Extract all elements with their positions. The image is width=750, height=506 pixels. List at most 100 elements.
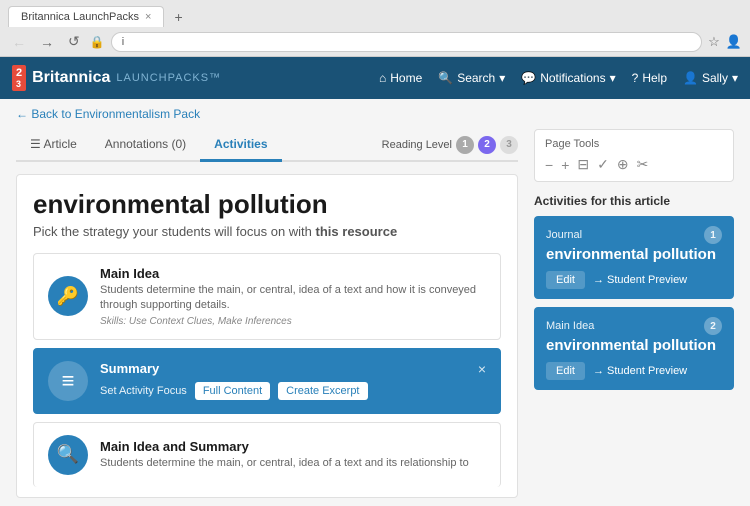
user-icon[interactable]: 👤 [726, 34, 742, 50]
right-panel: Page Tools − + ⊟ ✓ ⊕ ✂ Activities for th… [534, 129, 734, 506]
address-bar: ← → ↺ 🔒 ☆ 👤 [0, 27, 750, 56]
user-arrow: ▾ [732, 71, 738, 85]
result-card-type-journal: Journal 1 [546, 226, 722, 244]
star-icon[interactable]: ☆ [708, 34, 720, 50]
activity-skills-main-idea: Skills: Use Context Clues, Make Inferenc… [100, 316, 486, 327]
brand-logo: 2 3 [12, 65, 26, 91]
tab-article-label: Article [43, 137, 76, 151]
breadcrumb: Back to Environmentalism Pack [0, 99, 750, 129]
result-card-actions-journal: Edit → Student Preview [546, 271, 722, 289]
notifications-icon: 💬 [521, 71, 536, 85]
search-icon: 🔍 [438, 71, 453, 85]
edit-button-main-idea[interactable]: Edit [546, 362, 585, 380]
article-subtitle-bold: this resource [316, 224, 398, 239]
help-icon: ? [632, 71, 639, 85]
activity-desc-main-idea-summary: Students determine the main, or central,… [100, 456, 486, 471]
result-card-type-main-idea: Main Idea 2 [546, 317, 722, 335]
activity-icon-main-idea: 🔑 [48, 276, 88, 316]
search-label: Search [457, 71, 495, 85]
activity-name-main-idea: Main Idea [100, 266, 486, 281]
search-arrow: ▾ [499, 71, 505, 85]
home-link[interactable]: ⌂ Home [379, 71, 422, 85]
activity-icon-summary: ≡ [48, 361, 88, 401]
selected-controls: Set Activity Focus Full Content Create E… [100, 382, 466, 400]
student-preview-link-journal[interactable]: → Student Preview [593, 274, 687, 286]
brand: 2 3 Britannica LAUNCHPACKS™ [12, 65, 379, 91]
reading-level: Reading Level 1 2 3 [382, 136, 518, 154]
help-link[interactable]: ? Help [632, 71, 667, 85]
card-close-icon[interactable]: × [478, 361, 486, 377]
article-subtitle: Pick the strategy your students will foc… [33, 224, 501, 239]
tab-activities[interactable]: Activities [200, 129, 281, 162]
logo-sub: 3 [16, 79, 22, 89]
user-avatar-icon: 👤 [683, 71, 698, 85]
scissors-icon[interactable]: ✂ [637, 156, 649, 173]
tab-article[interactable]: ☰ Article [16, 129, 91, 162]
result-card-actions-main-idea: Edit → Student Preview [546, 362, 722, 380]
activity-info-summary: Summary Set Activity Focus Full Content … [100, 361, 466, 400]
activity-info-main-idea-summary: Main Idea and Summary Students determine… [100, 439, 486, 471]
tab-activities-label: Activities [214, 137, 267, 151]
tab-bar: Britannica LaunchPacks × + [0, 0, 750, 27]
activity-info-main-idea: Main Idea Students determine the main, o… [100, 266, 486, 327]
zoom-out-icon[interactable]: − [545, 157, 553, 173]
notifications-label: Notifications [540, 71, 605, 85]
tab-close-icon[interactable]: × [145, 11, 151, 23]
tabs: ☰ Article Annotations (0) Activities Rea… [16, 129, 518, 162]
top-nav: 2 3 Britannica LAUNCHPACKS™ ⌂ Home 🔍 Sea… [0, 57, 750, 99]
reading-level-3-badge[interactable]: 3 [500, 136, 518, 154]
reading-level-2-badge[interactable]: 2 [478, 136, 496, 154]
refresh-button[interactable]: ↺ [64, 31, 84, 52]
result-card-title-main-idea: environmental pollution [546, 337, 722, 354]
result-card-type-label-journal: Journal [546, 229, 582, 241]
article-header: environmental pollution Pick the strateg… [16, 174, 518, 498]
forward-button[interactable]: → [36, 32, 58, 52]
result-card-title-journal: environmental pollution [546, 246, 722, 263]
nav-links: ⌂ Home 🔍 Search ▾ 💬 Notifications ▾ ? He… [379, 71, 738, 85]
activities-sidebar-title: Activities for this article [534, 194, 734, 208]
browser-tab[interactable]: Britannica LaunchPacks × [8, 6, 164, 27]
activity-name-main-idea-summary: Main Idea and Summary [100, 439, 486, 454]
user-menu[interactable]: 👤 Sally ▾ [683, 71, 738, 85]
address-input[interactable] [111, 32, 702, 52]
zoom-in-icon[interactable]: + [561, 157, 569, 173]
check-icon[interactable]: ✓ [597, 156, 609, 173]
page-tools-icons: − + ⊟ ✓ ⊕ ✂ [545, 156, 723, 173]
browser-icons: ☆ 👤 [708, 34, 742, 50]
notifications-arrow: ▾ [610, 71, 616, 85]
search-link[interactable]: 🔍 Search ▾ [438, 71, 505, 85]
home-icon: ⌂ [379, 71, 386, 85]
brand-name: Britannica [32, 69, 110, 87]
article-title: environmental pollution [33, 189, 501, 220]
main-layout: ☰ Article Annotations (0) Activities Rea… [0, 129, 750, 506]
browser-chrome: Britannica LaunchPacks × + ← → ↺ 🔒 ☆ 👤 [0, 0, 750, 57]
new-tab-button[interactable]: + [168, 7, 188, 27]
activity-card-main-idea-summary: 🔍 Main Idea and Summary Students determi… [33, 422, 501, 487]
reading-level-label: Reading Level [382, 139, 452, 151]
page-tools-title: Page Tools [545, 138, 723, 150]
tab-title: Britannica LaunchPacks [21, 11, 139, 23]
content-area: Back to Environmentalism Pack ☰ Article … [0, 99, 750, 506]
notifications-link[interactable]: 💬 Notifications ▾ [521, 71, 615, 85]
edit-button-journal[interactable]: Edit [546, 271, 585, 289]
student-preview-link-main-idea[interactable]: → Student Preview [593, 365, 687, 377]
list-icon: ☰ [30, 137, 41, 151]
full-content-button[interactable]: Full Content [195, 382, 270, 400]
brand-sub: LAUNCHPACKS™ [116, 72, 221, 84]
back-button[interactable]: ← [8, 32, 30, 52]
print-icon[interactable]: ⊟ [577, 156, 589, 173]
set-focus-label: Set Activity Focus [100, 385, 187, 397]
lock-icon: 🔒 [90, 35, 105, 49]
activities-sidebar: Activities for this article Journal 1 en… [534, 194, 734, 390]
breadcrumb-link[interactable]: Back to Environmentalism Pack [16, 107, 200, 121]
article-subtitle-text: Pick the strategy your students will foc… [33, 224, 312, 239]
page-tools-box: Page Tools − + ⊟ ✓ ⊕ ✂ [534, 129, 734, 182]
tab-annotations[interactable]: Annotations (0) [91, 129, 200, 162]
home-label: Home [390, 71, 422, 85]
activity-desc-main-idea: Students determine the main, or central,… [100, 283, 486, 314]
reading-level-1-badge[interactable]: 1 [456, 136, 474, 154]
create-excerpt-button[interactable]: Create Excerpt [278, 382, 367, 400]
user-name: Sally [702, 71, 728, 85]
activity-result-card-journal: Journal 1 environmental pollution Edit →… [534, 216, 734, 299]
globe-icon[interactable]: ⊕ [617, 156, 629, 173]
